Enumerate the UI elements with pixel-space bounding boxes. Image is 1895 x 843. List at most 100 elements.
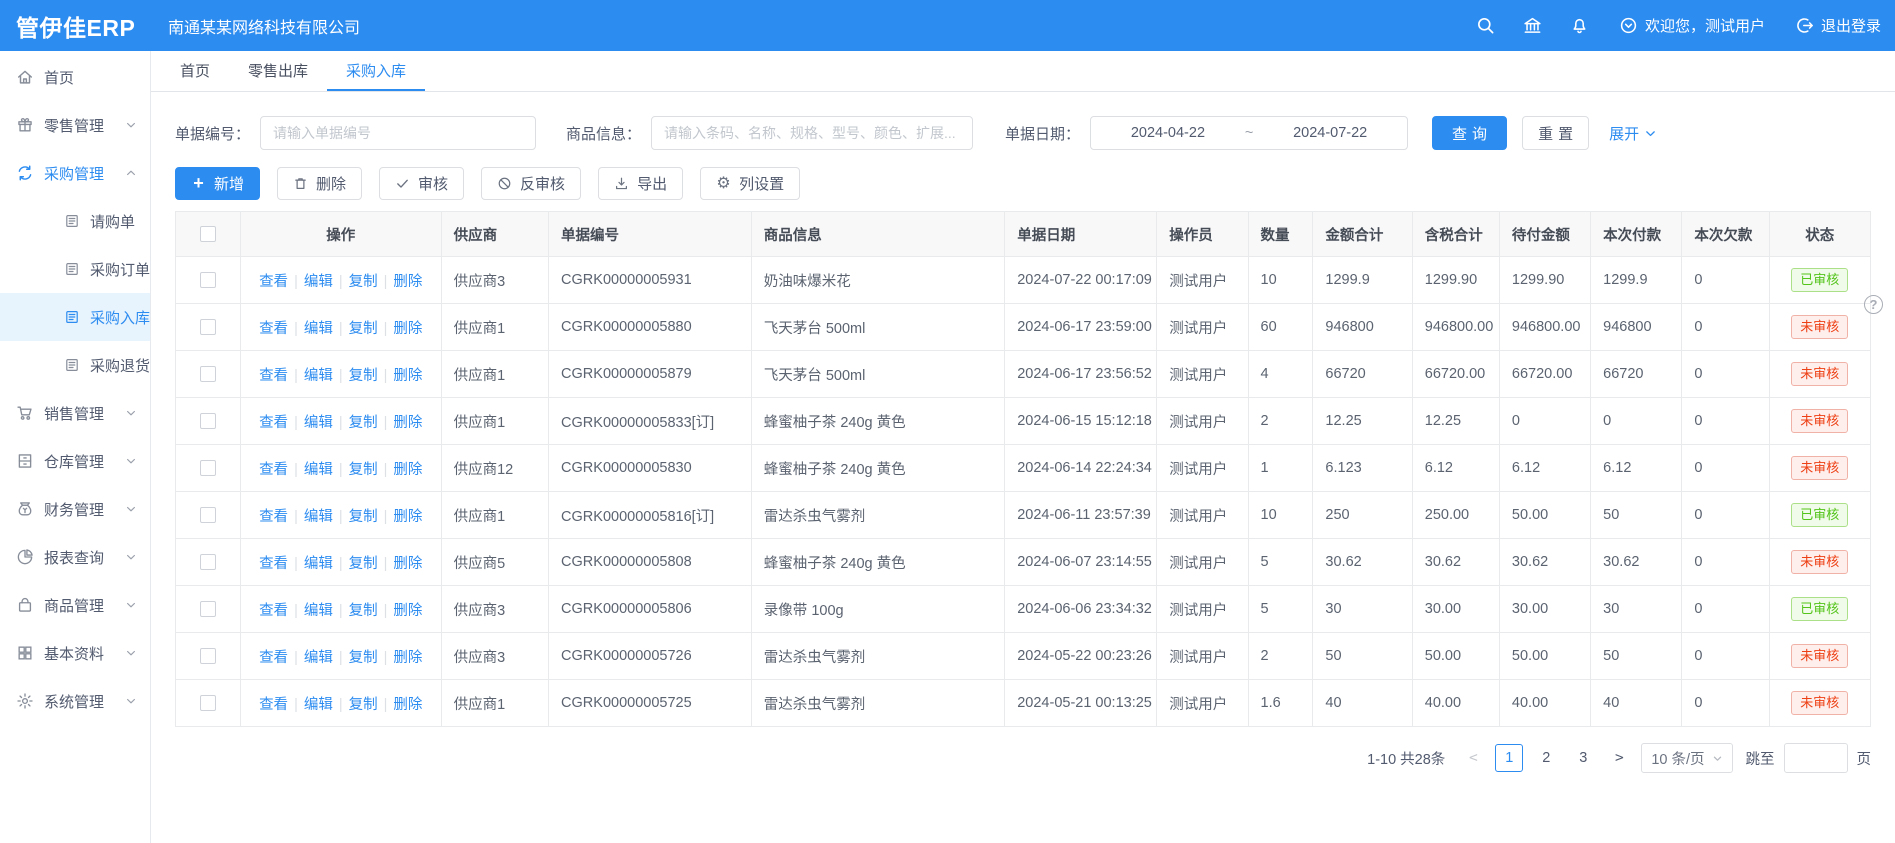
expand-link[interactable]: 展开 — [1609, 123, 1657, 144]
row-action-edit[interactable]: 编辑 — [304, 321, 333, 337]
sidebar-item-report-query[interactable]: 报表查询 — [0, 533, 150, 581]
chevron-down-icon — [1644, 127, 1657, 140]
search-icon[interactable] — [1476, 16, 1495, 35]
delete-button[interactable]: 删除 — [277, 167, 362, 200]
row-action-view[interactable]: 查看 — [259, 650, 288, 666]
row-action-edit[interactable]: 编辑 — [304, 556, 333, 572]
table-row: 查看|编辑|复制|删除供应商1CGRK00000005879飞天茅台 500ml… — [176, 351, 1871, 398]
bill-no-input[interactable] — [260, 116, 536, 150]
row-action-delete[interactable]: 删除 — [393, 603, 422, 619]
row-checkbox[interactable] — [200, 272, 216, 288]
row-action-delete[interactable]: 删除 — [393, 368, 422, 384]
page-button-1[interactable]: 1 — [1495, 744, 1523, 772]
row-action-edit[interactable]: 编辑 — [304, 697, 333, 713]
page-size-select[interactable]: 10 条/页 — [1641, 743, 1732, 773]
sidebar-item-finance-mgmt[interactable]: 财务管理 — [0, 485, 150, 533]
row-action-copy[interactable]: 复制 — [349, 368, 378, 384]
sidebar-item-product-mgmt[interactable]: 商品管理 — [0, 581, 150, 629]
row-action-edit[interactable]: 编辑 — [304, 274, 333, 290]
row-action-edit[interactable]: 编辑 — [304, 603, 333, 619]
column-settings-button[interactable]: ⚙ 列设置 — [700, 167, 800, 200]
row-action-copy[interactable]: 复制 — [349, 697, 378, 713]
export-button[interactable]: 导出 — [598, 167, 683, 200]
row-action-delete[interactable]: 删除 — [393, 321, 422, 337]
row-action-view[interactable]: 查看 — [259, 697, 288, 713]
sidebar-item-purchase-inbound[interactable]: 采购入库 — [0, 293, 150, 341]
row-action-copy[interactable]: 复制 — [349, 556, 378, 572]
row-checkbox[interactable] — [200, 319, 216, 335]
tab-home[interactable]: 首页 — [161, 51, 229, 91]
row-checkbox[interactable] — [200, 413, 216, 429]
select-all-checkbox[interactable] — [200, 226, 216, 242]
date-to[interactable]: 2024-07-22 — [1293, 125, 1367, 141]
row-action-edit[interactable]: 编辑 — [304, 415, 333, 431]
sidebar-item-sales-mgmt[interactable]: 销售管理 — [0, 389, 150, 437]
row-checkbox[interactable] — [200, 507, 216, 523]
row-checkbox[interactable] — [200, 460, 216, 476]
sidebar-item-purchase-order[interactable]: 采购订单 — [0, 245, 150, 293]
row-action-delete[interactable]: 删除 — [393, 697, 422, 713]
reset-button[interactable]: 重置 — [1522, 116, 1589, 150]
row-checkbox[interactable] — [200, 554, 216, 570]
bell-icon[interactable] — [1570, 16, 1589, 35]
row-checkbox[interactable] — [200, 695, 216, 711]
row-action-delete[interactable]: 删除 — [393, 556, 422, 572]
audit-button[interactable]: 审核 — [379, 167, 464, 200]
row-action-view[interactable]: 查看 — [259, 603, 288, 619]
product-info-input[interactable] — [651, 116, 973, 150]
sidebar-item-purchase-mgmt[interactable]: 采购管理 — [0, 149, 150, 197]
row-action-copy[interactable]: 复制 — [349, 274, 378, 290]
next-page-button[interactable]: > — [1606, 744, 1632, 772]
row-action-copy[interactable]: 复制 — [349, 462, 378, 478]
date-from[interactable]: 2024-04-22 — [1131, 125, 1205, 141]
row-action-copy[interactable]: 复制 — [349, 415, 378, 431]
row-action-delete[interactable]: 删除 — [393, 462, 422, 478]
row-action-view[interactable]: 查看 — [259, 556, 288, 572]
unaudit-button[interactable]: 反审核 — [481, 167, 581, 200]
row-action-edit[interactable]: 编辑 — [304, 650, 333, 666]
sidebar-item-purchase-return[interactable]: 采购退货 — [0, 341, 150, 389]
row-action-view[interactable]: 查看 — [259, 415, 288, 431]
row-action-copy[interactable]: 复制 — [349, 509, 378, 525]
row-action-delete[interactable]: 删除 — [393, 509, 422, 525]
row-action-copy[interactable]: 复制 — [349, 603, 378, 619]
row-action-copy[interactable]: 复制 — [349, 321, 378, 337]
date-range-picker[interactable]: 2024-04-22 ~ 2024-07-22 — [1090, 116, 1408, 150]
row-action-copy[interactable]: 复制 — [349, 650, 378, 666]
jump-page-input[interactable] — [1784, 743, 1848, 773]
logout-button[interactable]: 退出登录 — [1795, 15, 1881, 36]
row-checkbox[interactable] — [200, 366, 216, 382]
page-button-3[interactable]: 3 — [1569, 744, 1597, 772]
page-button-2[interactable]: 2 — [1532, 744, 1560, 772]
user-menu[interactable]: 欢迎您，测试用户 — [1619, 15, 1765, 36]
row-action-view[interactable]: 查看 — [259, 509, 288, 525]
sidebar-item-home[interactable]: 首页 — [0, 53, 150, 101]
row-checkbox[interactable] — [200, 601, 216, 617]
row-checkbox[interactable] — [200, 648, 216, 664]
row-action-edit[interactable]: 编辑 — [304, 368, 333, 384]
sidebar-item-warehouse-mgmt[interactable]: 仓库管理 — [0, 437, 150, 485]
row-action-view[interactable]: 查看 — [259, 321, 288, 337]
cell-payable: 1299.90 — [1499, 257, 1590, 304]
bank-icon[interactable] — [1523, 16, 1542, 35]
row-action-delete[interactable]: 删除 — [393, 274, 422, 290]
search-button[interactable]: 查询 — [1432, 116, 1507, 150]
row-action-view[interactable]: 查看 — [259, 368, 288, 384]
sidebar-item-basic-data[interactable]: 基本资料 — [0, 629, 150, 677]
add-button[interactable]: + 新增 — [175, 167, 260, 200]
row-action-view[interactable]: 查看 — [259, 462, 288, 478]
row-action-edit[interactable]: 编辑 — [304, 509, 333, 525]
tab-retail-outbound[interactable]: 零售出库 — [229, 51, 327, 91]
row-action-delete[interactable]: 删除 — [393, 415, 422, 431]
help-icon[interactable]: ? — [1864, 295, 1883, 314]
sidebar-item-purchase-request[interactable]: 请购单 — [0, 197, 150, 245]
row-action-view[interactable]: 查看 — [259, 274, 288, 290]
row-action-edit[interactable]: 编辑 — [304, 462, 333, 478]
sidebar-item-system-mgmt[interactable]: 系统管理 — [0, 677, 150, 725]
prev-page-button[interactable]: < — [1460, 744, 1486, 772]
tab-purchase-inbound[interactable]: 采购入库 — [327, 51, 425, 91]
sidebar-item-retail-mgmt[interactable]: 零售管理 — [0, 101, 150, 149]
action-separator: | — [384, 697, 388, 713]
cell-supplier: 供应商3 — [441, 633, 548, 680]
row-action-delete[interactable]: 删除 — [393, 650, 422, 666]
